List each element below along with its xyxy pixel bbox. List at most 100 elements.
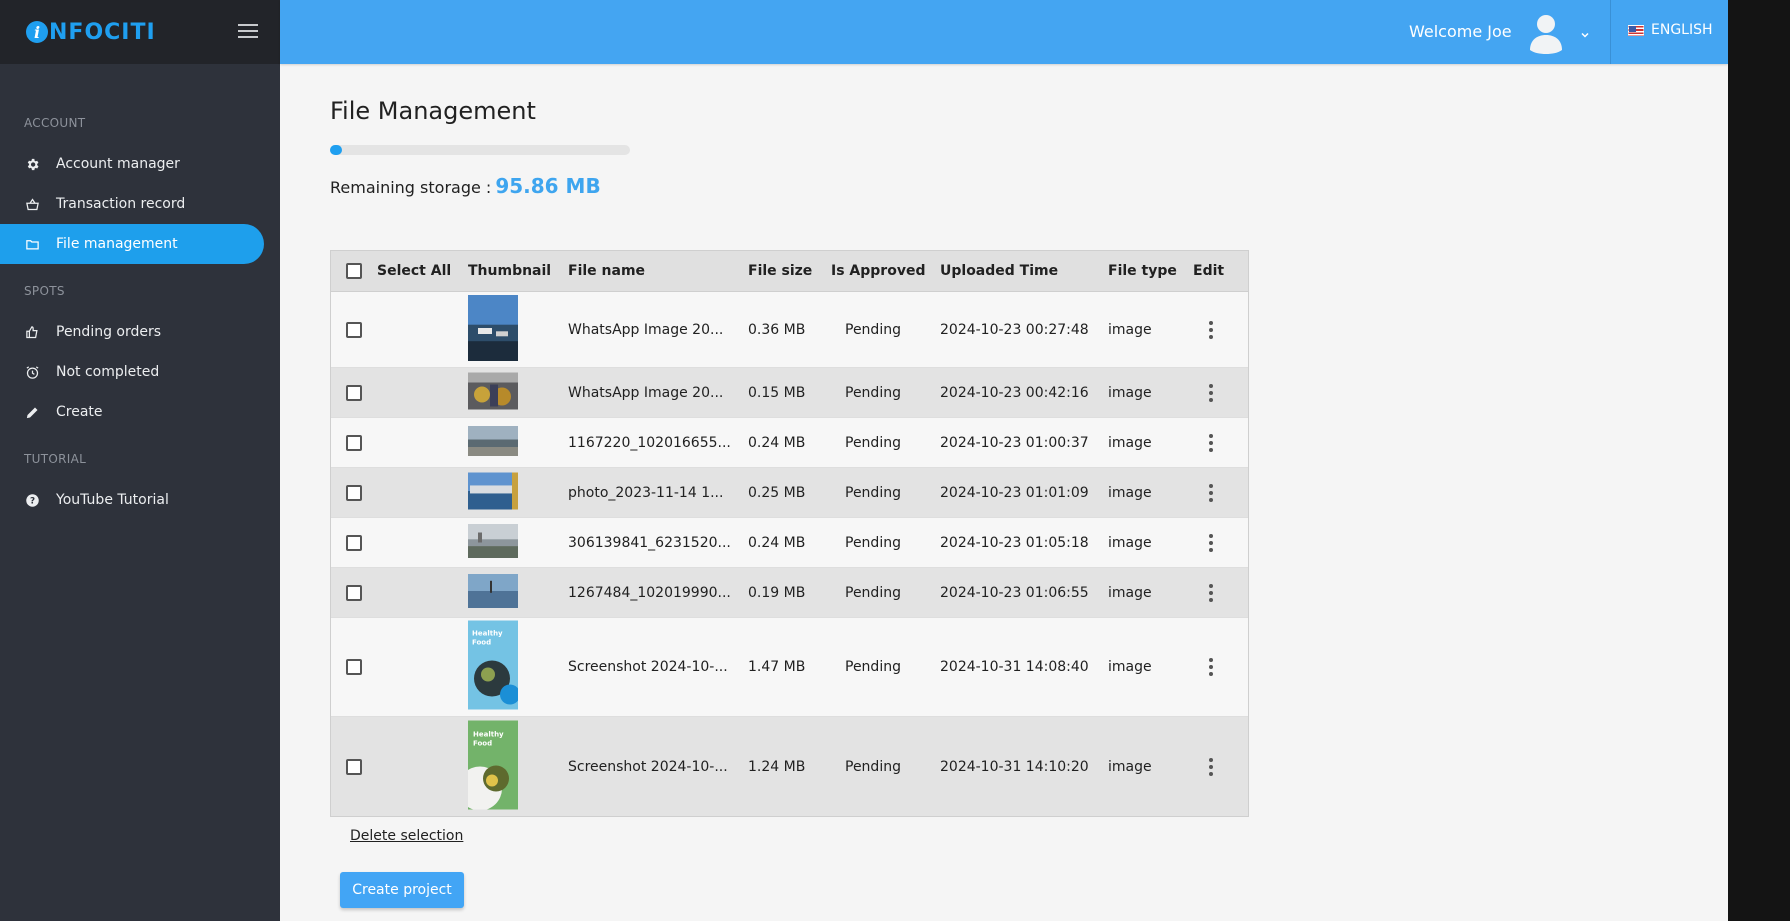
uploaded-time: 2024-10-23 00:27:48 (940, 321, 1089, 338)
gear-icon (24, 156, 40, 172)
sidebar-item-not-completed[interactable]: Not completed (0, 352, 264, 392)
file-name: Screenshot 2024-10-... (568, 659, 728, 675)
language-selector[interactable]: ENGLISH (1628, 22, 1713, 38)
folder-icon (24, 236, 40, 252)
more-options-icon[interactable] (1208, 583, 1214, 602)
app-window: i NFOCITI ACCOUNT Account manager Transa… (0, 0, 1728, 921)
sidebar-header: i NFOCITI (0, 0, 280, 64)
uploaded-time: 2024-10-23 01:05:18 (940, 534, 1089, 551)
logo-info-icon: i (26, 21, 48, 43)
user-avatar-icon[interactable] (1524, 10, 1568, 54)
sidebar-item-label: File management (56, 236, 178, 252)
svg-text:Healthy: Healthy (473, 730, 504, 738)
sidebar-item-pending-orders[interactable]: Pending orders (0, 312, 264, 352)
language-label: ENGLISH (1651, 22, 1713, 38)
pencil-icon (24, 404, 40, 420)
file-size: 0.24 MB (748, 434, 806, 451)
uploaded-time: 2024-10-23 01:00:37 (940, 434, 1089, 451)
sidebar-item-label: YouTube Tutorial (56, 492, 169, 508)
file-type: image (1108, 659, 1152, 675)
approval-status: Pending (845, 534, 901, 551)
file-name: 1167220_102016655... (568, 434, 731, 451)
file-size: 0.24 MB (748, 534, 806, 551)
file-name: 306139841_6231520... (568, 534, 731, 551)
file-thumbnail[interactable] (468, 472, 518, 513)
row-checkbox[interactable] (346, 434, 362, 451)
row-checkbox[interactable] (346, 321, 362, 338)
basket-icon (24, 196, 40, 212)
approval-status: Pending (845, 659, 901, 675)
file-size: 0.25 MB (748, 484, 806, 501)
file-name: 1267484_102019990... (568, 584, 731, 601)
file-type: image (1108, 321, 1152, 338)
hamburger-menu-icon[interactable] (238, 24, 258, 40)
file-thumbnail[interactable]: Healthy Food (458, 720, 518, 813)
column-header-uploaded-time: Uploaded Time (940, 263, 1059, 279)
select-all-checkbox[interactable] (346, 263, 362, 279)
more-options-icon[interactable] (1208, 757, 1214, 776)
file-thumbnail[interactable] (468, 425, 518, 460)
column-header-file-name: File name (568, 263, 646, 279)
file-name: Screenshot 2024-10-... (568, 758, 728, 775)
sidebar-item-label: Account manager (56, 156, 180, 172)
background-strip (1728, 0, 1790, 921)
approval-status: Pending (845, 484, 901, 501)
file-thumbnail[interactable] (468, 573, 518, 612)
row-checkbox[interactable] (346, 758, 362, 775)
storage-progress-fill (330, 145, 342, 155)
section-spots-label: SPOTS (24, 284, 65, 298)
file-name: WhatsApp Image 20... (568, 321, 724, 338)
sidebar-item-file-management[interactable]: File management (0, 224, 264, 264)
approval-status: Pending (845, 758, 901, 775)
column-header-file-type: File type (1108, 263, 1177, 279)
logo-text: NFOCITI (49, 19, 156, 45)
svg-text:?: ? (29, 496, 34, 506)
row-checkbox[interactable] (346, 534, 362, 551)
sidebar-item-transaction-record[interactable]: Transaction record (0, 184, 264, 224)
sidebar-item-label: Not completed (56, 364, 160, 380)
sidebar-item-account-manager[interactable]: Account manager (0, 144, 264, 184)
section-tutorial-label: TUTORIAL (24, 452, 87, 466)
file-thumbnail[interactable]: Healthy Food (468, 620, 520, 714)
us-flag-icon (1628, 24, 1644, 36)
row-checkbox[interactable] (346, 384, 362, 401)
more-options-icon[interactable] (1208, 483, 1214, 502)
sidebar-item-youtube-tutorial[interactable]: ? YouTube Tutorial (0, 480, 264, 520)
svg-text:Food: Food (472, 639, 491, 647)
infociti-logo[interactable]: i NFOCITI (26, 16, 156, 48)
sidebar-item-create[interactable]: Create (0, 392, 264, 432)
file-type: image (1108, 584, 1152, 601)
top-header: Welcome Joe ENGLISH (280, 0, 1728, 64)
column-header-select-all[interactable]: Select All (377, 263, 451, 279)
column-header-is-approved: Is Approved (831, 263, 926, 279)
more-options-icon[interactable] (1208, 320, 1214, 339)
header-divider (1610, 0, 1611, 64)
file-thumbnail[interactable] (468, 523, 518, 562)
svg-text:Food: Food (473, 739, 492, 747)
more-options-icon[interactable] (1208, 658, 1214, 676)
approval-status: Pending (845, 434, 901, 451)
file-type: image (1108, 758, 1152, 775)
storage-label: Remaining storage : (330, 178, 492, 197)
row-checkbox[interactable] (346, 659, 362, 675)
row-checkbox[interactable] (346, 584, 362, 601)
uploaded-time: 2024-10-31 14:10:20 (940, 758, 1089, 775)
create-project-button[interactable]: Create project (340, 872, 464, 908)
more-options-icon[interactable] (1208, 383, 1214, 402)
sidebar-item-label: Pending orders (56, 324, 162, 340)
file-size: 0.36 MB (748, 321, 806, 338)
uploaded-time: 2024-10-31 14:08:40 (940, 659, 1089, 675)
file-name: WhatsApp Image 20... (568, 384, 724, 401)
chevron-down-icon[interactable] (1579, 26, 1591, 38)
more-options-icon[interactable] (1208, 433, 1214, 452)
table-row: Healthy Food Screenshot 2024-10-... 1.24 … (331, 717, 1248, 816)
table-row: WhatsApp Image 20... 0.36 MB Pending 202… (331, 292, 1248, 368)
file-table: Select All Thumbnail File name File size… (330, 250, 1249, 817)
alarm-clock-icon (24, 364, 40, 380)
more-options-icon[interactable] (1208, 533, 1214, 552)
delete-selection-link[interactable]: Delete selection (350, 828, 463, 844)
row-checkbox[interactable] (346, 484, 362, 501)
approval-status: Pending (845, 384, 901, 401)
file-thumbnail[interactable] (468, 294, 518, 365)
file-thumbnail[interactable] (468, 372, 518, 413)
